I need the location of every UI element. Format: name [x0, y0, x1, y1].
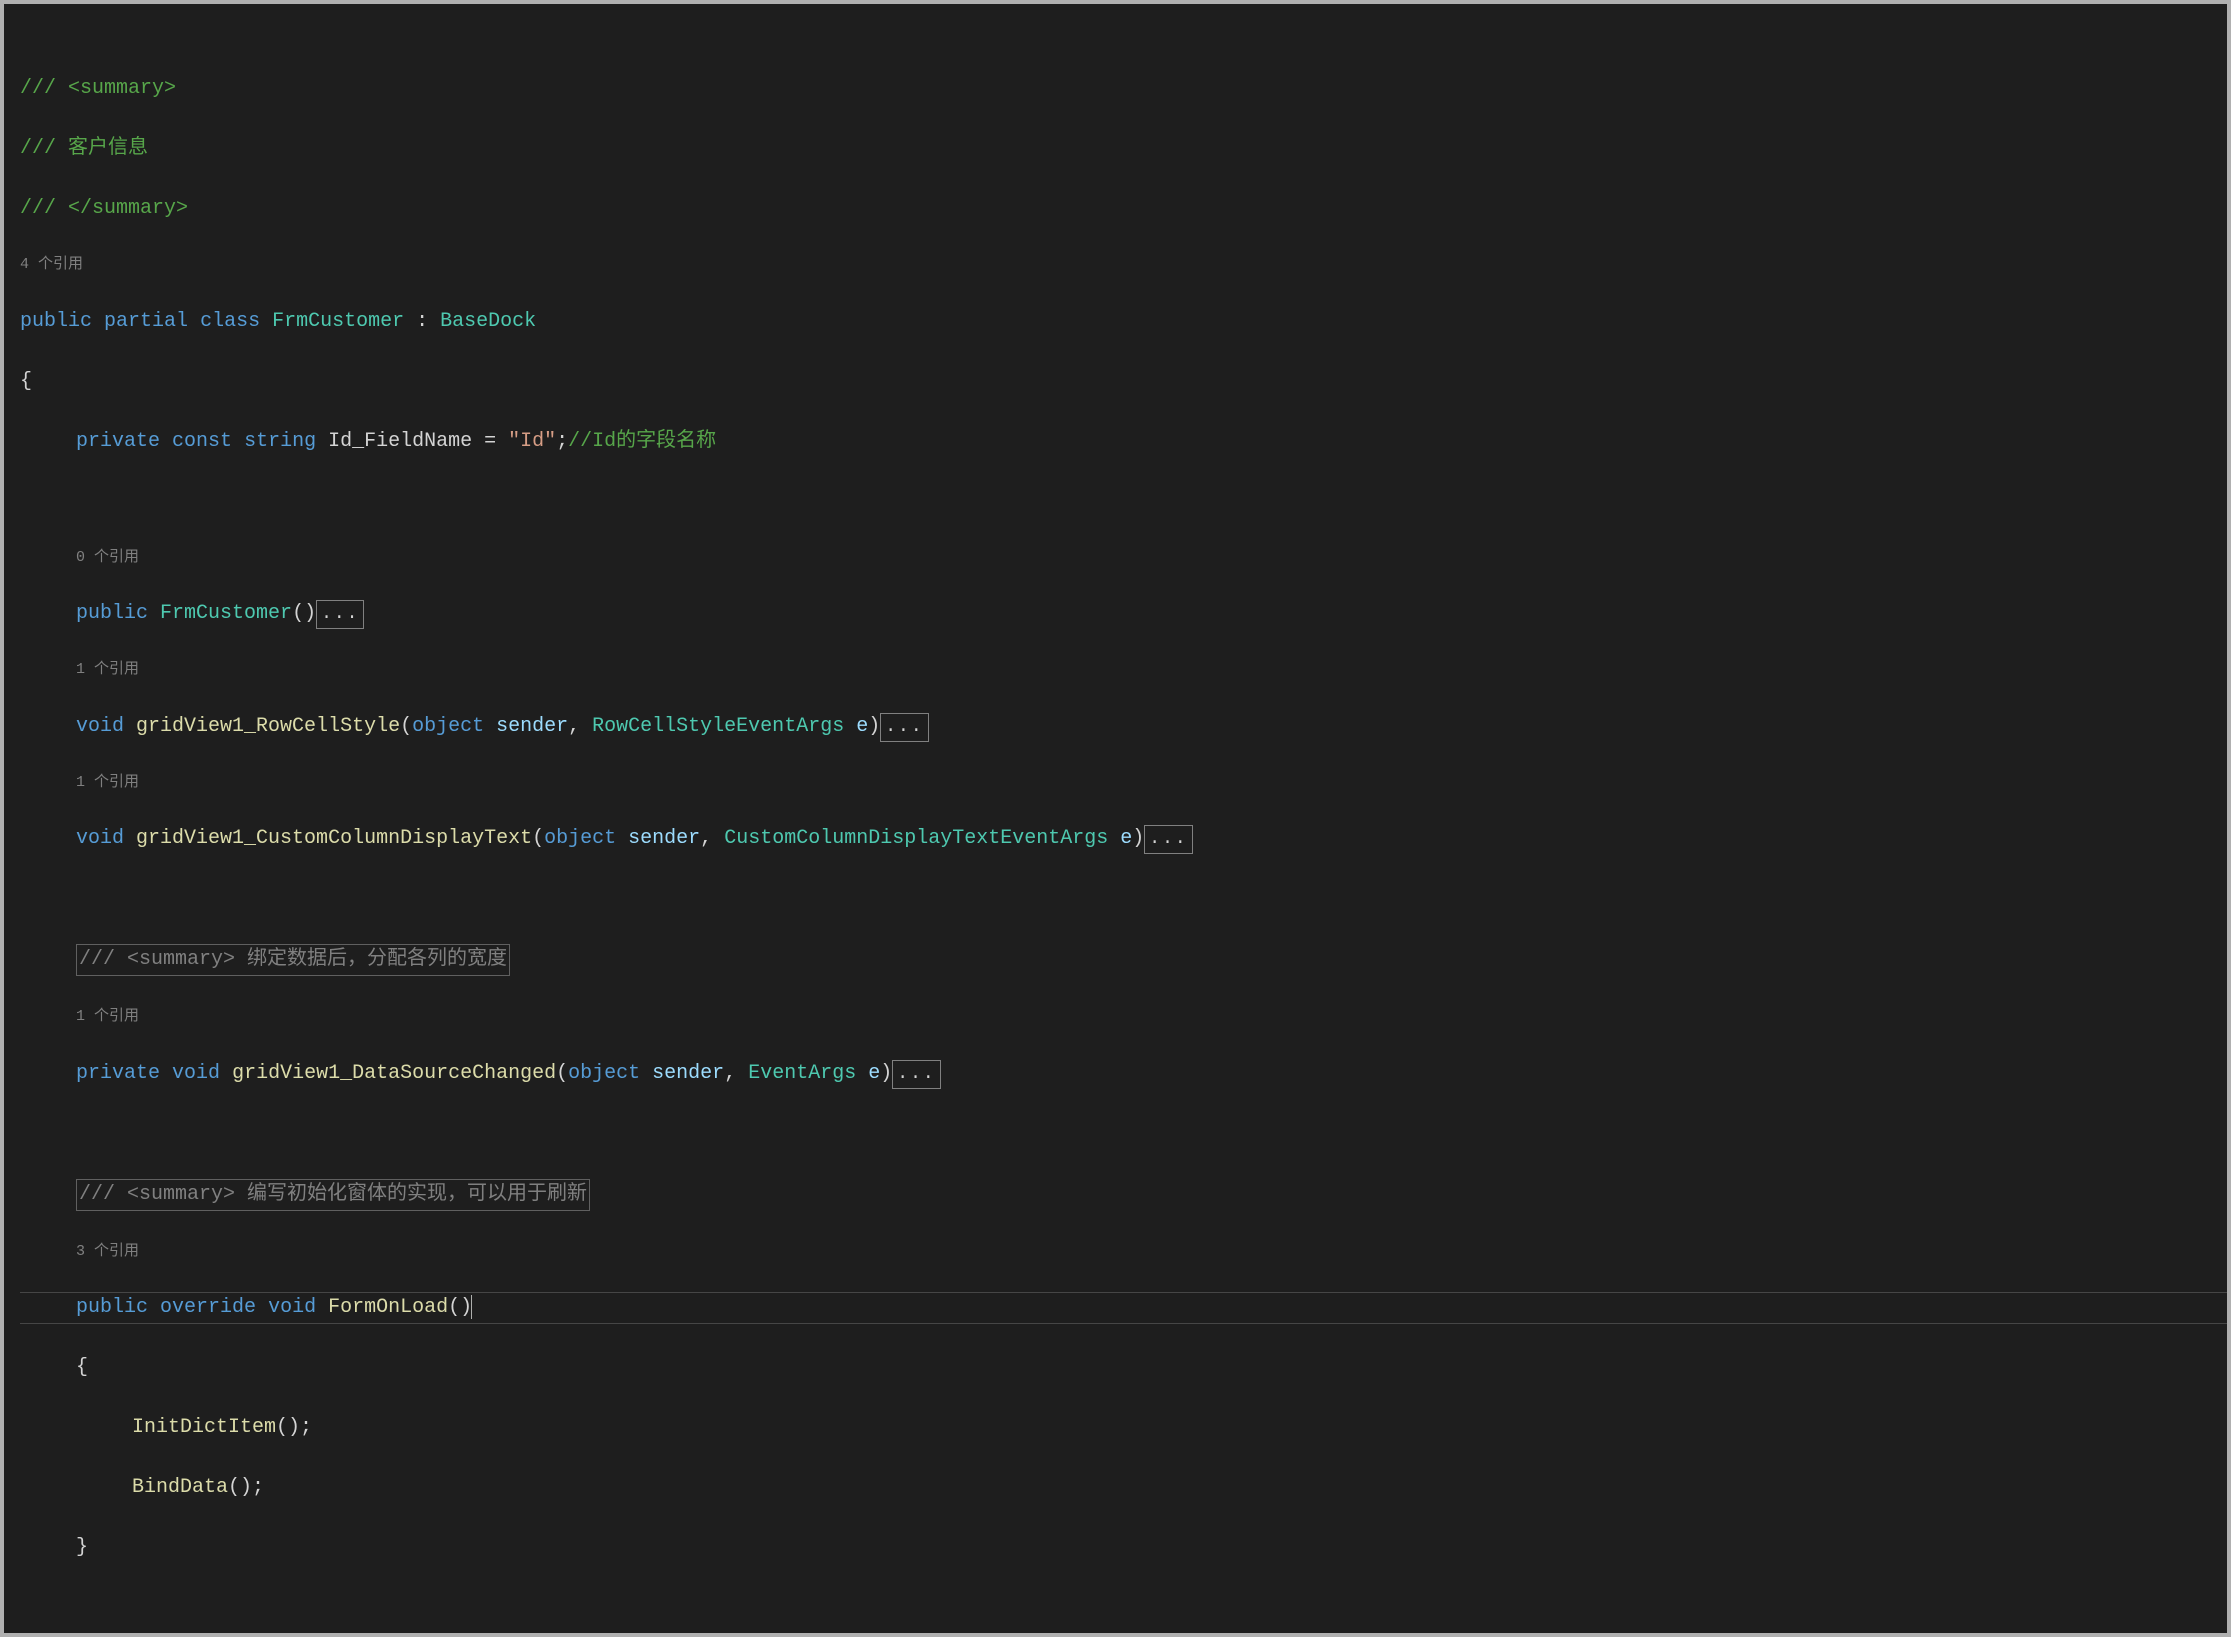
code-line: public FrmCustomer()...: [20, 599, 2227, 629]
xml-doc-summary-close: /// </summary>: [20, 197, 188, 220]
param-e: e: [868, 1062, 880, 1085]
code-line: private const string Id_FieldName = "Id"…: [20, 427, 2227, 457]
codelens-references[interactable]: 3 个引用: [20, 1241, 2227, 1264]
code-editor[interactable]: /// <summary> /// 客户信息 /// </summary> 4 …: [4, 4, 2227, 1633]
method-call: BindData: [132, 1476, 228, 1499]
paren-open: (: [532, 827, 544, 850]
keyword-object: object: [568, 1062, 640, 1085]
fold-collapsed-icon[interactable]: ...: [1144, 825, 1192, 854]
constructor-name: FrmCustomer: [160, 602, 292, 625]
paren-close: ): [1132, 827, 1144, 850]
line-comment: //Id的字段名称: [568, 430, 716, 453]
type-args: CustomColumnDisplayTextEventArgs: [724, 827, 1108, 850]
code-line: {: [20, 367, 2227, 397]
method-name: gridView1_DataSourceChanged: [232, 1062, 556, 1085]
keyword-string: string: [244, 430, 316, 453]
code-line: void gridView1_RowCellStyle(object sende…: [20, 712, 2227, 742]
code-line: InitDictItem();: [20, 1413, 2227, 1443]
keyword-private: private: [76, 1062, 160, 1085]
keyword-void: void: [76, 827, 124, 850]
brace-open: {: [20, 370, 32, 393]
type-basedock: BaseDock: [440, 310, 536, 333]
param-sender: sender: [628, 827, 700, 850]
paren-open: (: [556, 1062, 568, 1085]
brace-close: }: [76, 1536, 88, 1559]
collapsed-summary[interactable]: /// <summary> 编写初始化窗体的实现，可以用于刷新: [76, 1179, 590, 1211]
keyword-override: override: [160, 1296, 256, 1319]
paren-close: ): [868, 715, 880, 738]
codelens-references[interactable]: 0 个引用: [20, 547, 2227, 570]
keyword-void: void: [268, 1296, 316, 1319]
code-line: void gridView1_CustomColumnDisplayText(o…: [20, 824, 2227, 854]
parens: (): [292, 602, 316, 625]
xml-doc-text: /// 客户信息: [20, 137, 148, 160]
keyword-void: void: [76, 715, 124, 738]
param-sender: sender: [652, 1062, 724, 1085]
paren-close: ): [880, 1062, 892, 1085]
field-name: Id_FieldName: [328, 430, 472, 453]
paren-open: (: [400, 715, 412, 738]
comma: ,: [700, 827, 724, 850]
code-line: public partial class FrmCustomer : BaseD…: [20, 307, 2227, 337]
method-name: gridView1_RowCellStyle: [136, 715, 400, 738]
keyword-public: public: [76, 602, 148, 625]
code-line: /// 客户信息: [20, 134, 2227, 164]
param-sender: sender: [496, 715, 568, 738]
parens: (): [448, 1296, 472, 1319]
code-line: {: [20, 1353, 2227, 1383]
brace-open: {: [76, 1356, 88, 1379]
comma: ,: [568, 715, 592, 738]
keyword-private: private: [76, 430, 160, 453]
fold-collapsed-icon[interactable]: ...: [880, 713, 928, 742]
code-line: BindData();: [20, 1473, 2227, 1503]
codelens-references[interactable]: 1 个引用: [20, 659, 2227, 682]
keyword-object: object: [412, 715, 484, 738]
equals: =: [472, 430, 508, 453]
fold-collapsed-icon[interactable]: ...: [316, 600, 364, 629]
fold-collapsed-icon[interactable]: ...: [892, 1060, 940, 1089]
keyword-partial: partial: [104, 310, 188, 333]
keyword-const: const: [172, 430, 232, 453]
method-name: gridView1_CustomColumnDisplayText: [136, 827, 532, 850]
keyword-public: public: [76, 1296, 148, 1319]
code-line: /// </summary>: [20, 194, 2227, 224]
colon: :: [404, 310, 440, 333]
param-e: e: [1120, 827, 1132, 850]
method-call: InitDictItem: [132, 1416, 276, 1439]
parens-semi: ();: [228, 1476, 264, 1499]
keyword-class: class: [200, 310, 260, 333]
code-line: private void gridView1_DataSourceChanged…: [20, 1059, 2227, 1089]
parens-semi: ();: [276, 1416, 312, 1439]
keyword-void: void: [172, 1062, 220, 1085]
code-line: }: [20, 1533, 2227, 1563]
codelens-references[interactable]: 1 个引用: [20, 1006, 2227, 1029]
type-frmcustomer: FrmCustomer: [272, 310, 404, 333]
param-e: e: [856, 715, 868, 738]
codelens-references[interactable]: 1 个引用: [20, 772, 2227, 795]
text-cursor: [471, 1295, 472, 1319]
current-line: public override void FormOnLoad(): [20, 1292, 2227, 1324]
method-name: FormOnLoad: [328, 1296, 448, 1319]
codelens-references[interactable]: 4 个引用: [20, 254, 2227, 277]
xml-doc-summary-open: /// <summary>: [20, 77, 176, 100]
code-line: /// <summary> 编写初始化窗体的实现，可以用于刷新: [20, 1179, 2227, 1211]
blank-line: [20, 884, 2227, 914]
code-line: /// <summary>: [20, 74, 2227, 104]
type-args: RowCellStyleEventArgs: [592, 715, 844, 738]
blank-line: [20, 1119, 2227, 1149]
collapsed-summary[interactable]: /// <summary> 绑定数据后，分配各列的宽度: [76, 944, 510, 976]
keyword-object: object: [544, 827, 616, 850]
code-line: /// <summary> 绑定数据后，分配各列的宽度: [20, 944, 2227, 976]
keyword-public: public: [20, 310, 92, 333]
comma: ,: [724, 1062, 748, 1085]
blank-line: [20, 487, 2227, 517]
type-args: EventArgs: [748, 1062, 856, 1085]
string-literal: "Id": [508, 430, 556, 453]
semicolon: ;: [556, 430, 568, 453]
